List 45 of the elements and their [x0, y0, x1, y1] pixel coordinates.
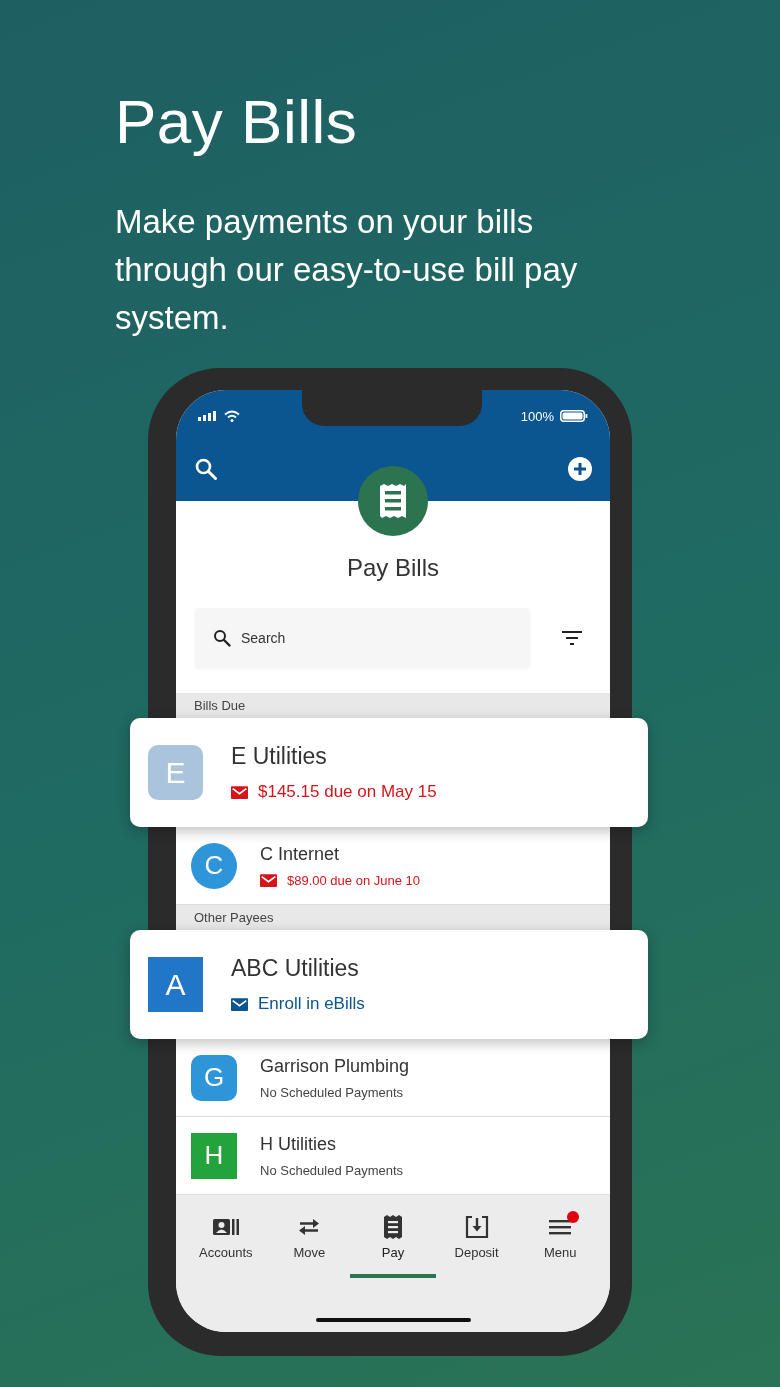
menu-icon: [549, 1219, 572, 1235]
payee-avatar: G: [191, 1054, 237, 1101]
search-icon[interactable]: [194, 457, 218, 481]
payee-avatar: E: [148, 745, 203, 800]
signal-icon: [198, 411, 218, 421]
tab-item[interactable]: Deposit: [436, 1215, 517, 1278]
payee-name: C Internet: [260, 843, 341, 865]
add-icon[interactable]: [567, 456, 593, 482]
battery-percent: 100%: [520, 408, 554, 424]
promo-title: Pay Bills: [115, 86, 359, 158]
envelope-icon: [231, 785, 248, 799]
wifi-icon: [224, 410, 240, 422]
payee-avatar: H: [191, 1132, 237, 1179]
receipt-icon: [383, 1215, 403, 1239]
swap-arrows-icon: [298, 1219, 321, 1235]
payee-name: ABC Utilities: [231, 955, 360, 982]
tab-item[interactable]: Move: [269, 1215, 350, 1278]
payment-status: No Scheduled Payments: [260, 1084, 404, 1100]
payee-name: H Utilities: [260, 1133, 337, 1155]
receipt-icon: [358, 466, 428, 536]
tab-item[interactable]: Accounts: [185, 1215, 266, 1278]
page-title: Pay Bills: [347, 554, 439, 582]
section-title: Other Payees: [194, 910, 274, 925]
search-icon: [213, 629, 231, 647]
search-field[interactable]: Search: [195, 608, 530, 668]
payment-status: No Scheduled Payments: [260, 1162, 404, 1178]
promo-subtitle: Make payments on your bills through our easy-to-use bill pay system.: [115, 202, 579, 338]
download-tray-icon: [464, 1216, 489, 1238]
due-text: $89.00 due on June 10: [287, 872, 420, 888]
section-title: Bills Due: [194, 698, 246, 713]
battery-icon: [560, 410, 588, 422]
payee-avatar: C: [191, 842, 237, 889]
tab-item[interactable]: Menu: [520, 1215, 601, 1278]
filter-icon[interactable]: [562, 631, 582, 645]
accounts-icon: [212, 1218, 239, 1236]
payee-name: E Utilities: [231, 743, 328, 770]
payee-avatar: A: [148, 957, 203, 1012]
due-text: $145.15 due on May 15: [258, 782, 437, 802]
tab-item[interactable]: Pay: [353, 1215, 433, 1278]
envelope-icon: [260, 873, 277, 887]
payee-card[interactable]: A ABC Utilities Enroll in eBills: [130, 930, 648, 1039]
envelope-icon: [231, 997, 248, 1011]
payee-name: Garrison Plumbing: [260, 1055, 410, 1077]
enroll-link[interactable]: Enroll in eBills: [258, 994, 365, 1014]
payee-card[interactable]: E E Utilities $145.15 due on May 15: [130, 718, 648, 827]
